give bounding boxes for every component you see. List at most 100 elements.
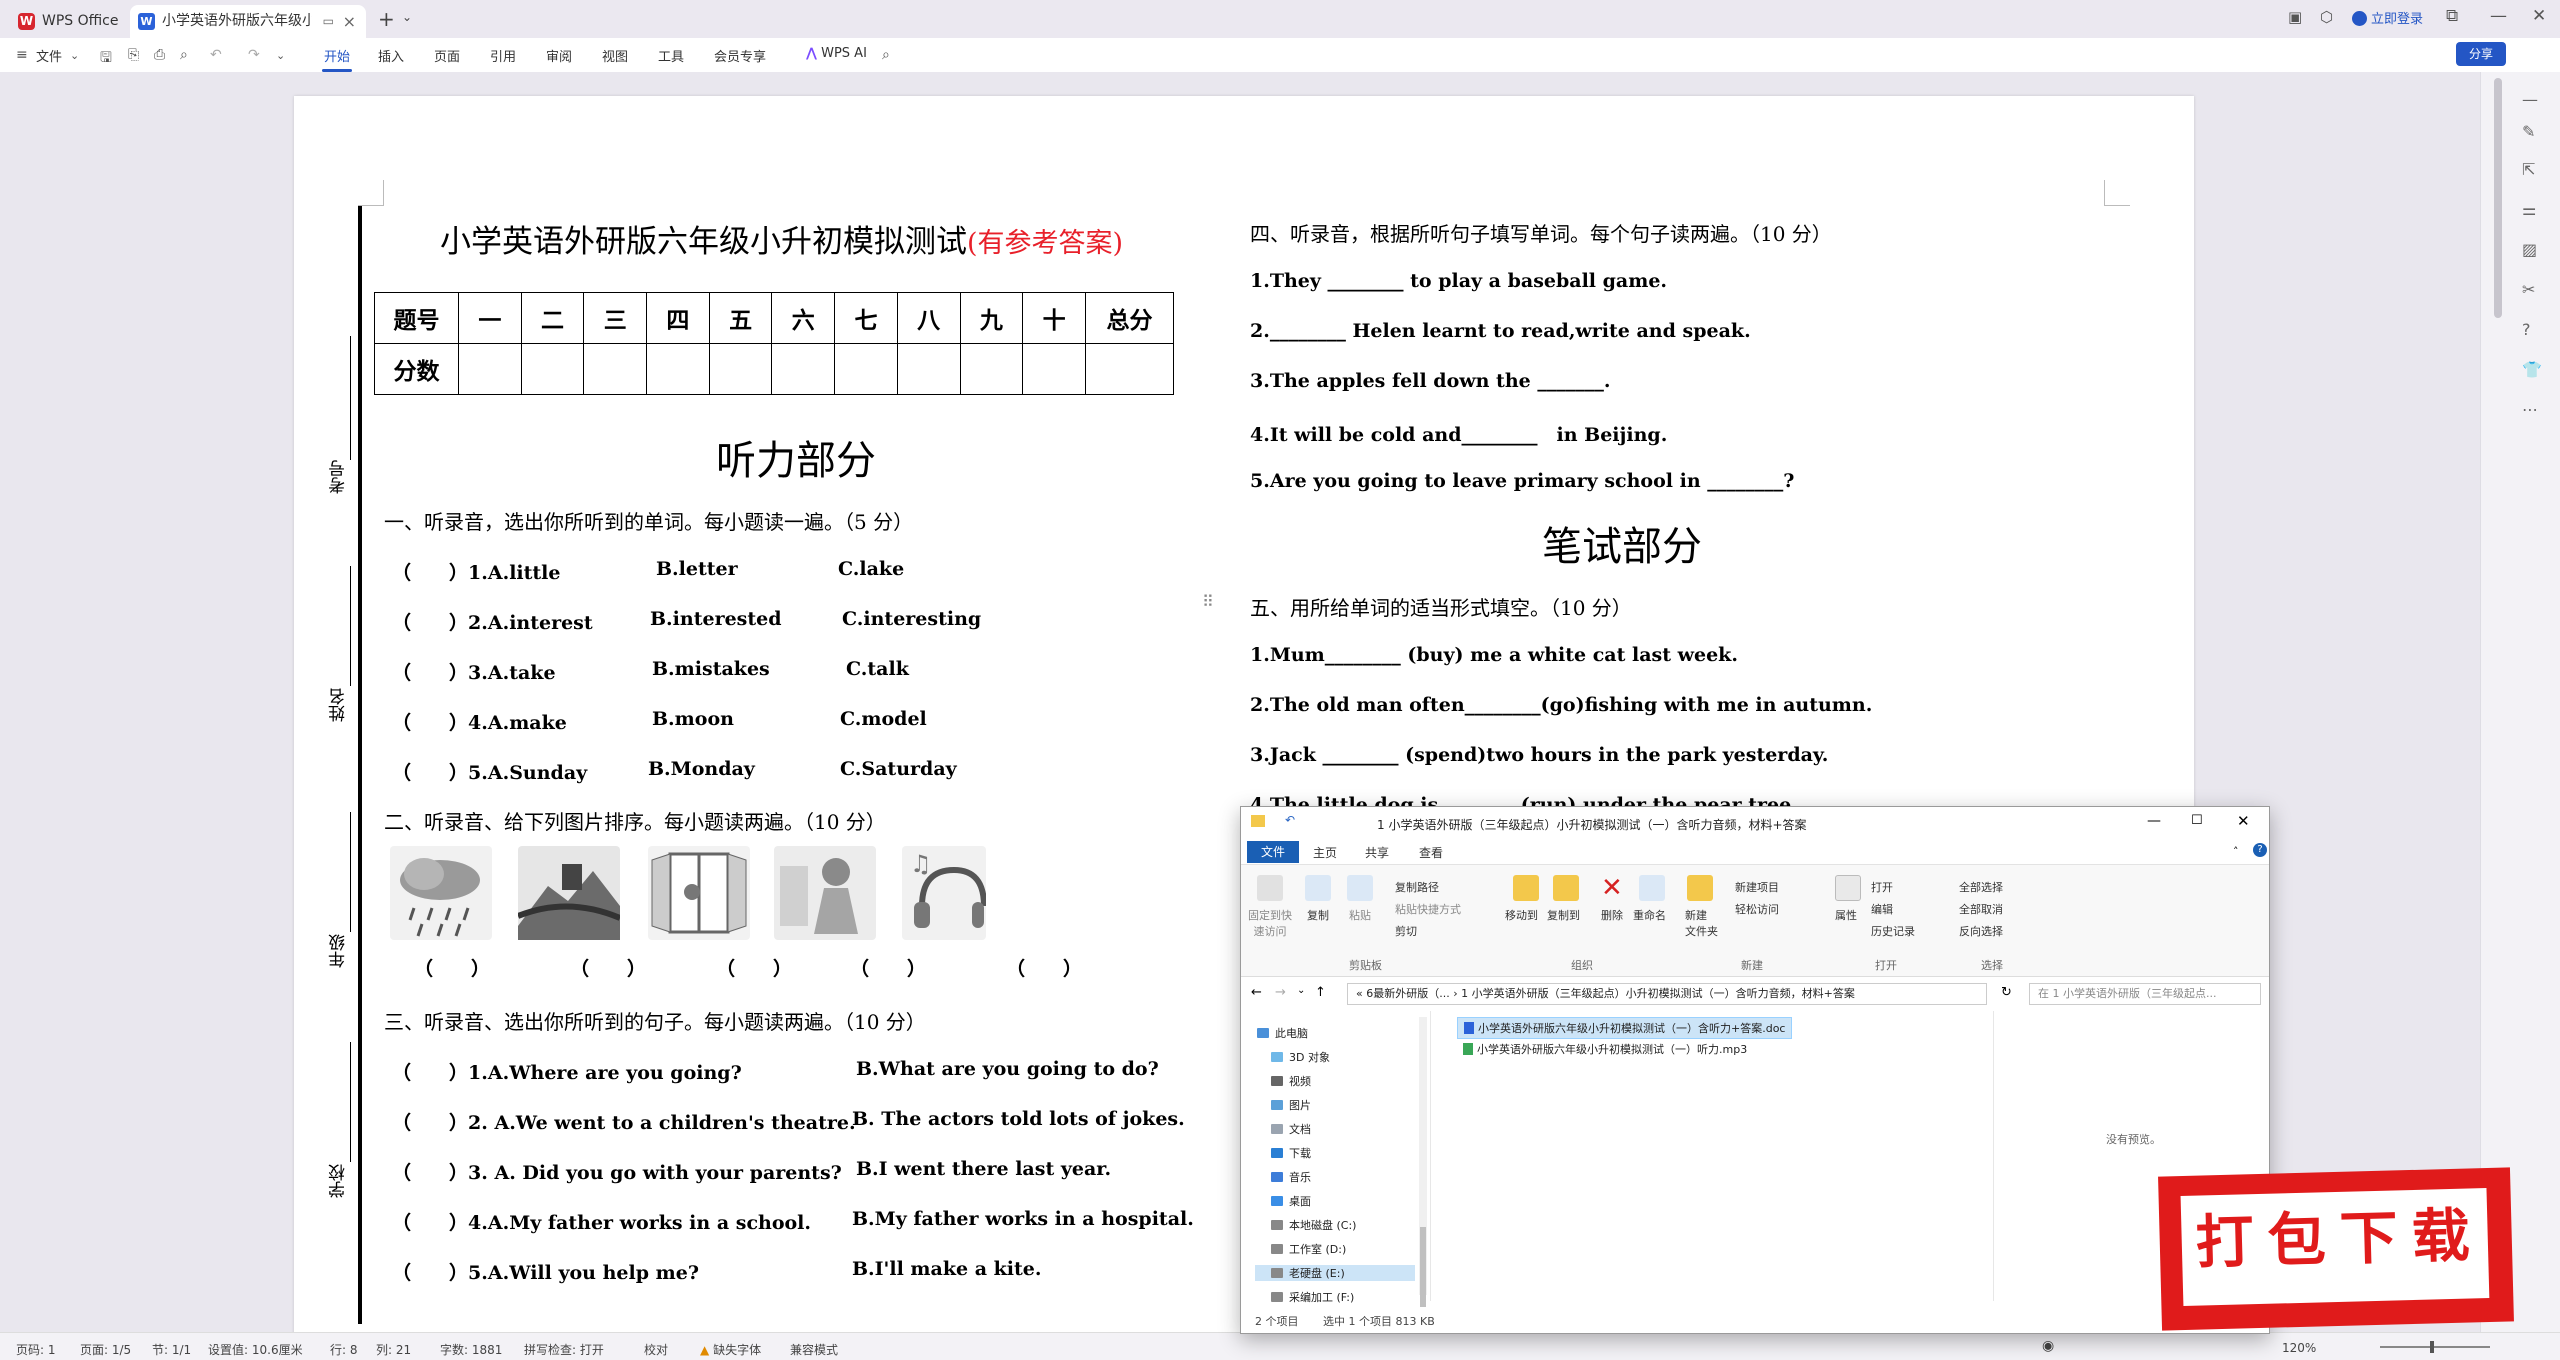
- nav-item-desktop[interactable]: 桌面: [1271, 1193, 1311, 1209]
- close-window-icon[interactable]: ✕: [2532, 6, 2546, 26]
- zoom-slider-thumb[interactable]: [2430, 1341, 2434, 1353]
- back-icon[interactable]: ←: [1251, 985, 1262, 1000]
- drag-handle-icon[interactable]: ⠿: [1202, 592, 1214, 611]
- close-tab-icon[interactable]: ×: [343, 5, 356, 38]
- nav-item-pictures[interactable]: 图片: [1271, 1097, 1311, 1113]
- paste-shortcut-button[interactable]: 粘贴快捷方式: [1395, 901, 1461, 917]
- zoom-level[interactable]: 120%: [2282, 1341, 2316, 1355]
- pen-icon[interactable]: ✎: [2522, 122, 2535, 141]
- tab-document[interactable]: W 小学英语外研版六年级小升初模 ▭ ×: [130, 5, 366, 38]
- menu-insert[interactable]: 插入: [378, 46, 404, 65]
- nav-item-drive-c[interactable]: 本地磁盘 (C:): [1271, 1217, 1356, 1233]
- move-to-button[interactable]: 移动到: [1505, 907, 1538, 923]
- tab-wps-office[interactable]: W WPS Office: [8, 5, 128, 38]
- file-item-mp3[interactable]: 小学英语外研版六年级小升初模拟测试（一）听力.mp3: [1457, 1039, 1753, 1059]
- pin-quick-access-button[interactable]: 固定到快 速访问: [1247, 907, 1293, 939]
- ribbon-tab-file[interactable]: 文件: [1247, 841, 1299, 863]
- vertical-scrollbar[interactable]: [2494, 78, 2502, 318]
- menu-member[interactable]: 会员专享: [714, 46, 766, 65]
- open-button[interactable]: 打开: [1871, 879, 1893, 895]
- download-pack-banner[interactable]: 打包下载: [2158, 1167, 2514, 1331]
- copy-button[interactable]: 复制: [1307, 907, 1329, 923]
- properties-button[interactable]: 属性: [1835, 907, 1857, 923]
- nav-item-drive-d[interactable]: 工作室 (D:): [1271, 1241, 1346, 1257]
- ribbon-tab-share[interactable]: 共享: [1365, 844, 1389, 861]
- rename-button[interactable]: 重命名: [1633, 907, 1666, 923]
- search-input[interactable]: 在 1 小学英语外研版（三年级起点...: [2029, 983, 2261, 1005]
- window-layout-icon[interactable]: ▣: [2288, 8, 2302, 26]
- status-wordcount[interactable]: 字数: 1881: [440, 1341, 502, 1358]
- file-item-doc[interactable]: 小学英语外研版六年级小升初模拟测试（一）含听力+答案.doc: [1457, 1017, 1793, 1039]
- new-folder-button[interactable]: 新建 文件夹: [1685, 907, 1718, 939]
- share-button[interactable]: 分享: [2456, 42, 2506, 66]
- address-bar[interactable]: « 6最新外研版（... › 1 小学英语外研版（三年级起点）小升初模拟测试（一…: [1347, 983, 1987, 1005]
- nav-scrollbar-thumb[interactable]: [1420, 1227, 1426, 1307]
- menu-review[interactable]: 审阅: [546, 46, 572, 65]
- paste-button[interactable]: 粘贴: [1349, 907, 1371, 923]
- status-missing-fonts[interactable]: ▲ 缺失字体: [700, 1341, 761, 1358]
- chevron-up-icon[interactable]: ˄: [2233, 845, 2239, 858]
- delete-button[interactable]: 删除: [1601, 907, 1623, 923]
- tools-icon[interactable]: ✂: [2522, 280, 2535, 299]
- cube-icon[interactable]: ⬡: [2320, 8, 2333, 26]
- forward-icon[interactable]: →: [1275, 985, 1286, 1000]
- export-pdf-icon[interactable]: ⎘: [128, 47, 139, 63]
- search-icon[interactable]: ⌕: [882, 47, 890, 63]
- minimize-icon[interactable]: —: [2490, 6, 2507, 26]
- status-setting[interactable]: 设置值: 10.6厘米: [208, 1341, 303, 1358]
- ribbon-tab-home[interactable]: 主页: [1313, 844, 1337, 861]
- status-page-no[interactable]: 页码: 1: [16, 1341, 56, 1358]
- nav-item-drive-e[interactable]: 老硬盘 (E:): [1255, 1265, 1415, 1281]
- new-tab-button[interactable]: +: [378, 7, 395, 31]
- history-button[interactable]: 历史记录: [1871, 923, 1915, 939]
- nav-item-documents[interactable]: 文档: [1271, 1121, 1311, 1137]
- menu-file[interactable]: 文件: [36, 46, 62, 65]
- invert-selection-button[interactable]: 反向选择: [1959, 923, 2003, 939]
- print-icon[interactable]: ⎙: [154, 47, 165, 63]
- ribbon-tab-view[interactable]: 查看: [1419, 844, 1443, 861]
- close-icon[interactable]: ✕: [2237, 812, 2250, 830]
- login-button[interactable]: 立即登录: [2352, 8, 2423, 27]
- nav-item-downloads[interactable]: 下载: [1271, 1145, 1311, 1161]
- undo-icon[interactable]: ↶: [1285, 813, 1295, 827]
- menu-view[interactable]: 视图: [602, 46, 628, 65]
- menu-home[interactable]: 开始: [324, 46, 350, 65]
- eye-icon[interactable]: ◉: [2042, 1338, 2054, 1354]
- up-icon[interactable]: ↑: [1315, 985, 1326, 1000]
- help-icon[interactable]: ?: [2522, 320, 2531, 339]
- monitor-icon[interactable]: ▭: [323, 5, 334, 38]
- select-all-button[interactable]: 全部选择: [1959, 879, 2003, 895]
- zoom-slider[interactable]: [2380, 1346, 2490, 1348]
- refresh-icon[interactable]: ↻: [2001, 985, 2012, 1000]
- save-icon[interactable]: 🖫: [100, 47, 112, 71]
- chevron-down-icon[interactable]: ⌄: [70, 49, 79, 62]
- sliders-icon[interactable]: ⚌: [2522, 200, 2536, 219]
- nav-item-drive-f[interactable]: 采编加工 (F:): [1271, 1289, 1354, 1305]
- status-spellcheck[interactable]: 拼写检查: 打开: [524, 1341, 604, 1358]
- more-icon[interactable]: ⋯: [2522, 400, 2538, 419]
- redo-icon[interactable]: ↷: [248, 47, 260, 63]
- chevron-down-icon[interactable]: ⌄: [402, 10, 412, 24]
- cut-button[interactable]: 剪切: [1395, 923, 1417, 939]
- shirt-icon[interactable]: 👕: [2522, 360, 2542, 379]
- select-none-button[interactable]: 全部取消: [1959, 901, 2003, 917]
- status-section[interactable]: 节: 1/1: [152, 1341, 191, 1358]
- wps-ai-button[interactable]: ⋀ WPS AI: [806, 46, 867, 61]
- copy-path-button[interactable]: 复制路径: [1395, 879, 1439, 895]
- restore-window-icon[interactable]: ⧉: [2446, 6, 2458, 26]
- menu-page[interactable]: 页面: [434, 46, 460, 65]
- menu-tools[interactable]: 工具: [658, 46, 684, 65]
- new-item-button[interactable]: 新建项目: [1735, 879, 1779, 895]
- edit-button[interactable]: 编辑: [1871, 901, 1893, 917]
- minimize-icon[interactable]: —: [2147, 813, 2161, 829]
- undo-icon[interactable]: ↶: [210, 47, 222, 63]
- status-col[interactable]: 列: 21: [376, 1341, 411, 1358]
- help-icon[interactable]: ?: [2253, 843, 2267, 857]
- print-preview-icon[interactable]: ⌕: [180, 47, 188, 63]
- image-icon[interactable]: ▨: [2522, 240, 2537, 259]
- copy-to-button[interactable]: 复制到: [1547, 907, 1580, 923]
- chevron-down-icon[interactable]: ⌄: [276, 49, 285, 62]
- easy-access-button[interactable]: 轻松访问: [1735, 901, 1779, 917]
- nav-item-videos[interactable]: 视频: [1271, 1073, 1311, 1089]
- status-pages[interactable]: 页面: 1/5: [80, 1341, 131, 1358]
